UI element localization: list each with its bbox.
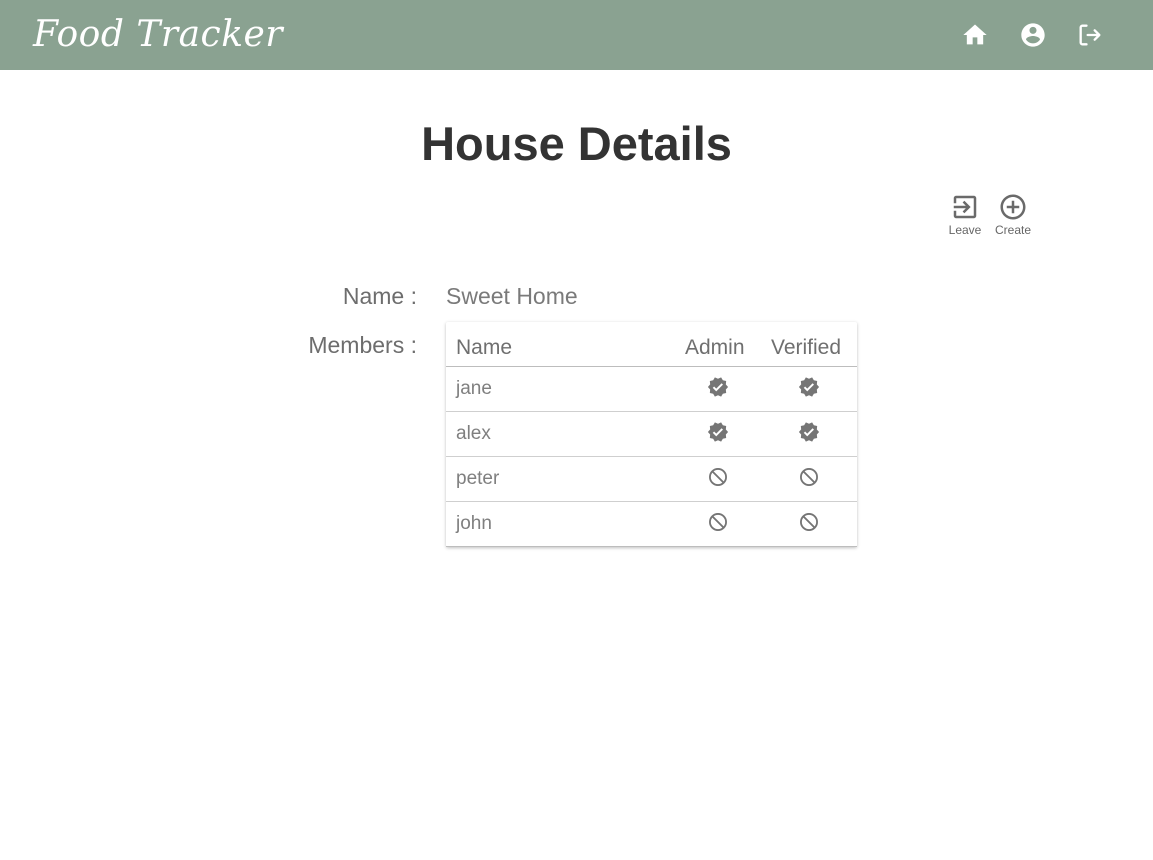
house-name-label: Name :: [342, 283, 417, 309]
member-name: john: [456, 513, 492, 534]
member-name: peter: [456, 468, 500, 489]
app-brand-title[interactable]: Food Tracker: [33, 12, 283, 58]
leave-house-button[interactable]: Leave: [941, 192, 989, 237]
exit-to-app-icon: [950, 192, 980, 222]
verified-verified-badge-icon: [798, 376, 820, 398]
members-label: Members :: [308, 332, 417, 358]
verified-verified-badge-icon: [798, 421, 820, 443]
column-header-admin: Admin: [685, 336, 745, 359]
top-navbar: Food Tracker: [0, 0, 1153, 70]
member-name: jane: [456, 378, 492, 399]
create-label: Create: [994, 223, 1032, 237]
page-title: House Details: [421, 117, 732, 170]
table-body: jane alex peter john: [446, 367, 857, 547]
member-name: alex: [456, 423, 491, 444]
house-name-value: Sweet Home: [446, 283, 578, 309]
admin-verified-badge-icon: [707, 421, 729, 443]
table-header: Name Admin Verified: [446, 322, 857, 367]
home-icon[interactable]: [961, 21, 989, 49]
table-row[interactable]: alex: [446, 412, 857, 457]
column-header-name: Name: [456, 336, 513, 359]
verified-blocked-icon: [798, 466, 820, 488]
admin-verified-badge-icon: [707, 376, 729, 398]
table-row[interactable]: john: [446, 502, 857, 547]
members-table: Name Admin Verified jane alex peter john: [446, 322, 857, 547]
admin-blocked-icon: [707, 466, 729, 488]
create-house-button[interactable]: Create: [989, 192, 1037, 237]
leave-label: Leave: [948, 223, 982, 237]
verified-blocked-icon: [798, 511, 820, 533]
admin-blocked-icon: [707, 511, 729, 533]
table-row[interactable]: jane: [446, 367, 857, 412]
account-circle-icon[interactable]: [1019, 21, 1047, 49]
column-header-verified: Verified: [771, 336, 842, 359]
add-circle-outline-icon: [998, 192, 1028, 222]
logout-icon[interactable]: [1076, 21, 1104, 49]
table-row[interactable]: peter: [446, 457, 857, 502]
